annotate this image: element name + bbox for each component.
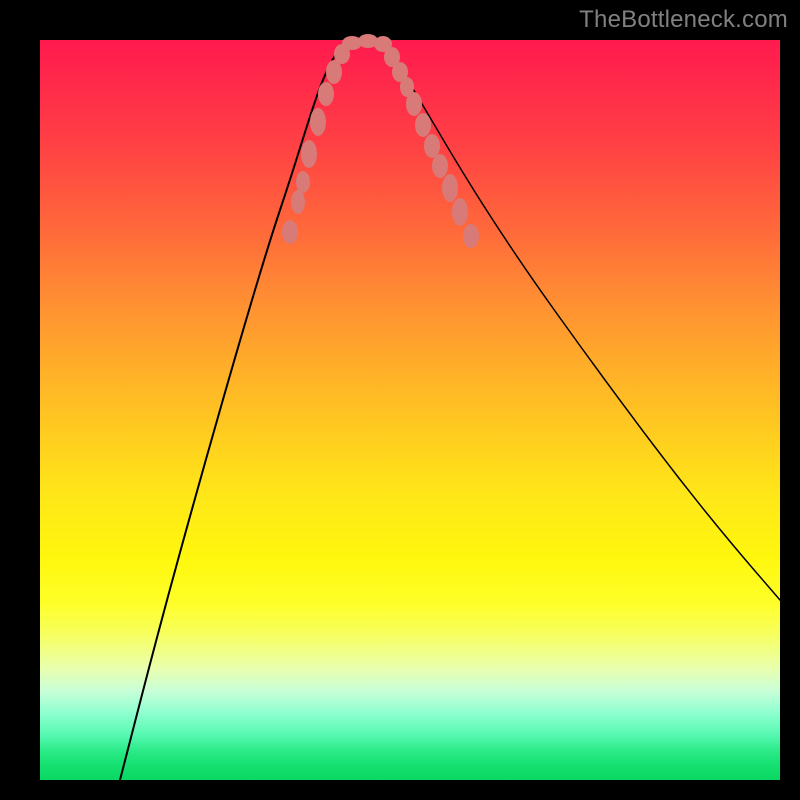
highlight-dot xyxy=(415,113,431,137)
highlight-dot xyxy=(432,154,448,178)
highlight-dot xyxy=(424,134,440,158)
chart-frame: TheBottleneck.com xyxy=(0,0,800,800)
chart-svg xyxy=(40,40,780,780)
highlight-dot xyxy=(291,190,305,214)
highlight-dot xyxy=(282,220,298,244)
highlight-dot xyxy=(318,82,334,106)
highlight-dot xyxy=(463,224,479,248)
highlight-dot xyxy=(452,198,468,226)
plot-area xyxy=(40,40,780,780)
watermark-text: TheBottleneck.com xyxy=(579,6,788,34)
highlight-dot xyxy=(296,171,310,193)
highlight-dot xyxy=(301,140,317,168)
highlight-dot xyxy=(406,92,422,116)
highlight-dots xyxy=(282,34,479,248)
highlight-dot xyxy=(310,108,326,136)
right-curve xyxy=(382,42,780,600)
highlight-dot xyxy=(326,60,342,84)
highlight-dot xyxy=(442,174,458,202)
